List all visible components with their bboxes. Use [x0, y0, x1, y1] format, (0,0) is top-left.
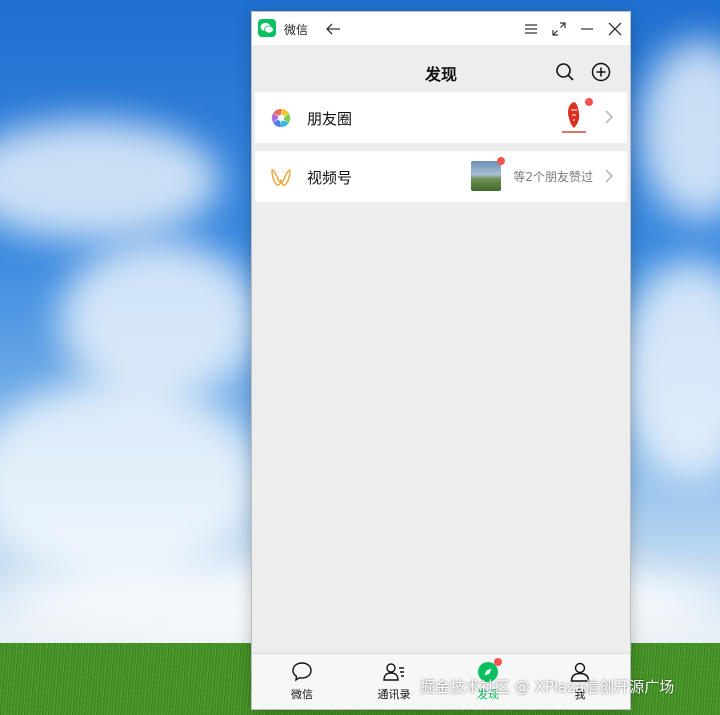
add-button[interactable]	[587, 58, 615, 86]
wechat-logo-icon	[258, 19, 276, 37]
tab-contacts[interactable]: 通讯录	[364, 654, 424, 709]
search-button[interactable]	[551, 58, 579, 86]
tab-contacts-label: 通讯录	[377, 688, 411, 701]
maximize-icon	[552, 22, 566, 36]
moments-label: 朋友圈	[307, 110, 353, 128]
add-icon	[591, 62, 611, 82]
minimize-button[interactable]	[576, 18, 598, 40]
channels-likes-text: 等2个朋友赞过	[513, 170, 593, 184]
minimize-icon	[581, 28, 593, 30]
chevron-right-icon	[605, 169, 613, 183]
chat-icon	[292, 662, 312, 682]
contacts-icon	[383, 663, 404, 681]
menu-icon	[525, 24, 537, 34]
moments-icon	[271, 108, 291, 128]
moments-new-badge	[585, 98, 593, 106]
back-arrow-icon	[326, 23, 340, 35]
channels-label: 视频号	[307, 169, 353, 187]
channels-icon	[271, 169, 291, 186]
channels-thumbnail	[471, 161, 501, 191]
menu-button[interactable]	[520, 18, 542, 40]
close-icon	[608, 22, 622, 36]
channels-new-badge	[497, 157, 505, 165]
tab-chats-label: 微信	[291, 688, 313, 701]
chevron-right-icon	[605, 110, 613, 124]
wechat-window: 微信 发现 朋友圈 视频号 等2个朋友赞过 微信 通讯录 发现 我	[252, 12, 630, 709]
search-icon	[556, 63, 574, 81]
watermark-text: 掘金技术社区 @ XPlaza信创开源广场	[420, 678, 675, 696]
tab-chats[interactable]: 微信	[272, 654, 332, 709]
back-button[interactable]	[322, 18, 344, 40]
app-name: 微信	[284, 23, 309, 37]
maximize-button[interactable]	[548, 18, 570, 40]
moments-row[interactable]: 朋友圈	[255, 92, 627, 143]
title-bar: 微信	[252, 12, 630, 45]
discover-new-badge	[494, 658, 502, 666]
channels-row[interactable]: 视频号 等2个朋友赞过	[255, 151, 627, 202]
close-button[interactable]	[604, 18, 626, 40]
